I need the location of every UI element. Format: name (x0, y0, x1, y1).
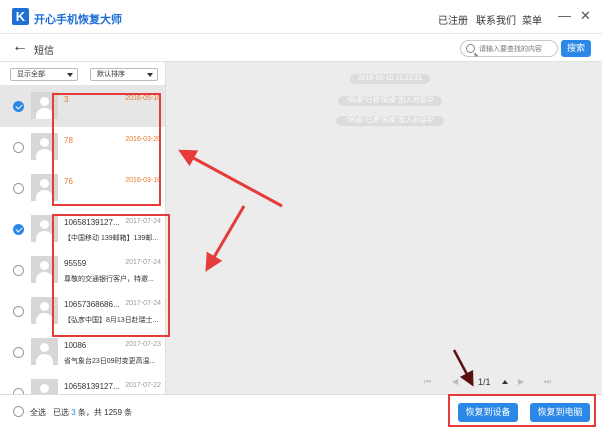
select-all-label[interactable]: 全选 (30, 407, 46, 418)
message-preview: 尊敬的交通银行客户，特邀... (64, 276, 154, 283)
search-input[interactable] (479, 43, 555, 55)
show-all-dropdown[interactable]: 显示全部 (10, 68, 78, 81)
chevron-down-icon (147, 73, 153, 77)
select-checkbox[interactable] (13, 101, 24, 112)
avatar (31, 338, 58, 365)
select-checkbox[interactable] (13, 183, 24, 194)
show-all-label: 显示全部 (17, 71, 45, 78)
contact-name: 76 (64, 177, 73, 186)
pager: ⏮ ◀ 1/1 ▶ ⏭ (166, 372, 602, 394)
contact-name: 10658139127... (64, 218, 120, 227)
contact-name: 3 (64, 95, 69, 104)
chat-system-message: "同桌"已将"同桌"加入对话中 (338, 96, 442, 106)
app-logo: K (12, 8, 29, 25)
menu-button[interactable]: 菜单 (522, 12, 542, 27)
page-title: 短信 (34, 46, 54, 57)
contact-name: 95559 (64, 259, 87, 268)
select-checkbox[interactable] (13, 224, 24, 235)
list-item[interactable]: 76 2016-03-10 (0, 168, 165, 209)
sort-label: 默认排序 (97, 71, 125, 78)
filter-bar: 显示全部 默认排序 (0, 62, 165, 86)
message-date: 2016-05-10 (125, 95, 161, 102)
avatar (31, 174, 58, 201)
restore-to-pc-button[interactable]: 恢复到电脑 (530, 403, 590, 422)
message-date: 2016-03-20 (125, 136, 161, 143)
list-item[interactable]: 10086 2017-07-23 省气象台23日09时变更高温... (0, 332, 165, 373)
search-icon (466, 44, 475, 53)
search-button[interactable]: 搜索 (561, 40, 591, 57)
minimize-button[interactable]: — (558, 9, 571, 23)
list-item[interactable]: 10657368686... 2017-07-24 【弘彦中国】8月13日赴瑞士..… (0, 291, 165, 332)
avatar (31, 379, 58, 394)
restore-to-device-button[interactable]: 恢复到设备 (458, 403, 518, 422)
select-all-radio[interactable] (13, 406, 24, 417)
chevron-down-icon (67, 73, 73, 77)
avatar (31, 297, 58, 324)
title-bar: K 开心手机恢复大师 已注册 联系我们 菜单 — ✕ (0, 0, 602, 34)
nav-bar: ← 短信 搜索 (0, 34, 602, 62)
page-select-caret-icon[interactable] (502, 380, 508, 384)
bottom-bar: 全选 已选 3 条，共 1259 条 恢复到设备 恢复到电脑 (0, 394, 602, 429)
message-date: 2017-07-22 (125, 382, 161, 389)
avatar (31, 256, 58, 283)
next-page-button[interactable]: ▶ (518, 377, 524, 386)
conversation-view: 2016-05-10 11:23:21 "同桌"已将"同桌"加入对话中 "同桌"… (166, 62, 602, 372)
prev-page-button[interactable]: ◀ (452, 377, 458, 386)
list-item[interactable]: 78 2016-03-20 (0, 127, 165, 168)
message-date: 2017-07-24 (125, 259, 161, 266)
contact-name: 10086 (64, 341, 87, 350)
message-date: 2017-07-23 (125, 341, 161, 348)
chat-timestamp: 2016-05-10 11:23:21 (350, 74, 430, 84)
message-date: 2016-03-10 (125, 177, 161, 184)
avatar (31, 133, 58, 160)
chat-system-message: "同桌"已将"同桌"加入对话中 (336, 116, 444, 126)
list-item[interactable]: 95559 2017-07-24 尊敬的交通银行客户，特邀... (0, 250, 165, 291)
sort-dropdown[interactable]: 默认排序 (90, 68, 158, 81)
close-button[interactable]: ✕ (580, 9, 591, 23)
contact-name: 10657368686... (64, 300, 120, 309)
first-page-button[interactable]: ⏮ (424, 377, 431, 387)
message-preview: 【中国移动 139邮箱】139邮... (64, 235, 159, 242)
registered-link[interactable]: 已注册 (438, 12, 468, 27)
contact-link[interactable]: 联系我们 (476, 12, 516, 27)
app-title: 开心手机恢复大师 (34, 14, 122, 26)
select-checkbox[interactable] (13, 265, 24, 276)
message-preview: 【弘彦中国】8月13日赴瑞士... (64, 317, 159, 324)
contact-name: 78 (64, 136, 73, 145)
select-checkbox[interactable] (13, 142, 24, 153)
last-page-button[interactable]: ⏭ (544, 377, 551, 387)
list-item[interactable]: 10658139127... 2017-07-22 (0, 373, 165, 394)
avatar (31, 92, 58, 119)
page-indicator: 1/1 (478, 377, 491, 387)
select-checkbox[interactable] (13, 347, 24, 358)
selection-count: 已选 3 条，共 1259 条 (53, 408, 133, 417)
message-date: 2017-07-24 (125, 218, 161, 225)
message-preview: 省气象台23日09时变更高温... (64, 358, 156, 365)
search-box[interactable] (460, 40, 558, 57)
select-checkbox[interactable] (13, 306, 24, 317)
list-item[interactable]: 3 2016-05-10 (0, 86, 165, 127)
message-list-panel: 显示全部 默认排序 3 2016-05-10 78 2016-03-20 76 2016-… (0, 62, 166, 394)
list-item[interactable]: 10658139127... 2017-07-24 【中国移动 139邮箱】139邮… (0, 209, 165, 250)
contact-name: 10658139127... (64, 382, 120, 391)
avatar (31, 215, 58, 242)
message-date: 2017-07-24 (125, 300, 161, 307)
back-arrow-icon[interactable]: ← (12, 38, 28, 56)
